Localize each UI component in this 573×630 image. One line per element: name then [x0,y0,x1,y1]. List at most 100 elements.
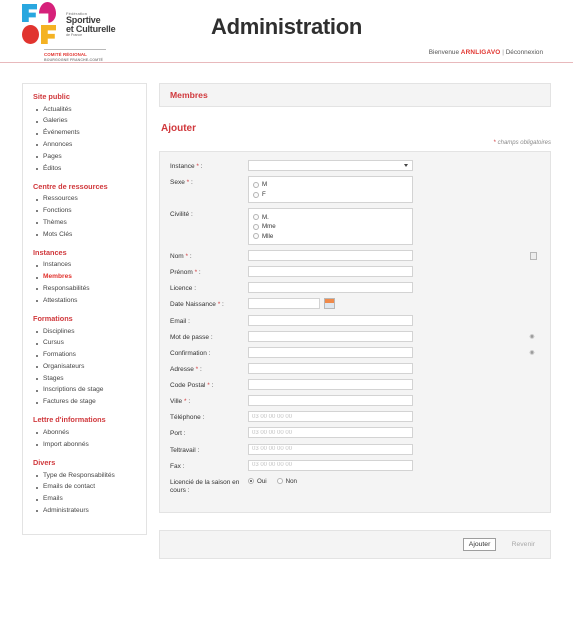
sidebar-item-emails[interactable]: Emails [36,494,140,506]
contact-card-icon[interactable] [530,252,537,261]
sidebar-item-disciplines[interactable]: Disciplines [36,326,140,338]
submit-button[interactable]: Ajouter [462,538,497,552]
sidebar-item-emails-de-contact[interactable]: Emails de contact [36,482,140,494]
page-layout: Site public Actualités Galeries Événemen… [0,63,573,560]
ville-input[interactable] [248,395,413,407]
civilite-option-label: Mlle [262,232,274,240]
nom-input[interactable] [248,250,413,262]
adresse-input[interactable] [248,362,413,374]
sidebar-item-administrateurs[interactable]: Administrateurs [36,505,140,517]
sidebar-item-evenements[interactable]: Événements [36,128,140,140]
sexe-option-label: M [262,181,268,189]
label-teltravail: Teltravail : [170,446,200,454]
radio-icon[interactable] [253,233,259,240]
calendar-icon[interactable] [324,298,335,310]
telephone-input[interactable] [248,411,413,423]
sidebar-list: Disciplines Cursus Formations Organisate… [29,326,140,408]
civilite-option-mme[interactable]: Mme [253,222,408,232]
date-naissance-input[interactable] [248,298,320,310]
field-row-mot-de-passe: Mot de passe : ◉ [170,330,540,342]
field-row-code-postal: Code Postal * : [170,379,540,391]
sidebar-item-abonnes[interactable]: Abonnés [36,427,140,439]
mot-de-passe-input[interactable] [248,330,413,342]
licencie-saison-option-non[interactable]: Non [276,478,297,485]
sidebar-list: Abonnés Import abonnés [29,427,140,451]
sidebar-item-stages[interactable]: Stages [36,373,140,385]
current-username: ARNLIGAVO [460,49,501,56]
sidebar-item-instances[interactable]: Instances [36,260,140,272]
radio-icon[interactable] [253,223,259,230]
eye-icon[interactable]: ◉ [528,333,536,341]
licencie-saison-option-label: Oui [257,477,267,485]
radio-icon[interactable] [253,214,259,221]
civilite-option-m[interactable]: M. [253,212,408,222]
required-asterisk: * [186,179,190,187]
sidebar-item-import-abonnes[interactable]: Import abonnés [36,439,140,451]
sidebar-group-title: Lettre d'informations [33,415,106,425]
prenom-input[interactable] [248,266,413,278]
sidebar-item-responsabilites[interactable]: Responsabilités [36,283,140,295]
sidebar-item-actualites[interactable]: Actualités [36,104,140,116]
control-port [248,427,540,439]
sidebar-item-factures-de-stage[interactable]: Factures de stage [36,397,140,409]
teltravail-input[interactable] [248,443,413,455]
control-licence [248,282,540,294]
sidebar-list: Ressources Fonctions Thèmes Mots Clés [29,194,140,241]
field-row-licencie-saison: Licencié de la saison en cours : Oui Non [170,476,540,495]
field-row-licence: Licence : [170,282,540,294]
field-row-confirmation: Confirmation : ◉ [170,346,540,358]
email-input[interactable] [248,314,413,326]
radio-icon[interactable] [276,478,283,485]
fax-input[interactable] [248,459,413,471]
sidebar-item-type-de-responsabilites[interactable]: Type de Responsabilités [36,470,140,482]
radio-icon[interactable] [253,191,259,198]
radio-icon[interactable] [253,181,259,188]
label-adresse: Adresse * : [170,365,202,373]
field-row-sexe: Sexe * : M F [170,176,540,204]
label-instance: Instance * : [170,163,203,170]
sidebar-item-organisateurs[interactable]: Organisateurs [36,361,140,373]
control-ville [248,395,540,407]
sidebar-item-ressources[interactable]: Ressources [36,194,140,206]
sexe-option-m[interactable]: M [253,180,408,190]
label-port: Port : [170,430,186,438]
code-postal-input[interactable] [248,379,413,391]
sidebar-item-membres[interactable]: Membres [36,272,140,284]
licencie-saison-option-oui[interactable]: Oui [248,478,267,485]
sidebar-item-galeries[interactable]: Galeries [36,116,140,128]
sidebar-group-title: Site public [33,92,70,101]
confirmation-input[interactable] [248,346,413,358]
civilite-option-mlle[interactable]: Mlle [253,232,408,242]
section-title: Ajouter [161,123,196,134]
sidebar-group-title: Centre de ressources [33,181,108,191]
sidebar-item-formations[interactable]: Formations [36,350,140,362]
sidebar-item-editos[interactable]: Éditos [36,163,140,175]
field-row-teltravail: Teltravail : [170,443,540,455]
control-mot-de-passe: ◉ [248,330,540,342]
field-row-instance: Instance * : [170,160,540,171]
sidebar-item-cursus[interactable]: Cursus [36,338,140,350]
sidebar-item-inscriptions-de-stage[interactable]: Inscriptions de stage [36,385,140,397]
field-row-port: Port : [170,427,540,439]
sidebar-item-fonctions[interactable]: Fonctions [36,205,140,217]
radio-icon[interactable] [248,478,254,485]
sidebar-item-attestations[interactable]: Attestations [36,295,140,307]
port-input[interactable] [248,427,413,439]
sidebar-item-themes[interactable]: Thèmes [36,217,140,229]
eye-icon[interactable]: ◉ [528,349,536,357]
sexe-option-f[interactable]: F [253,190,408,200]
sidebar-item-annonces[interactable]: Annonces [36,139,140,151]
sidebar-item-mots-cles[interactable]: Mots Clés [36,229,140,241]
label-email: Email : [170,317,190,325]
main-content: Membres Ajouter * champs obligatoires In… [159,83,551,560]
required-asterisk: * [183,398,187,406]
instance-select[interactable] [248,160,413,171]
field-row-adresse: Adresse * : [170,362,540,374]
logout-link[interactable]: Déconnexion [506,49,543,56]
label-nom: Nom * : [170,253,192,261]
licence-input[interactable] [248,282,413,294]
required-asterisk: * [217,301,221,309]
label-fax: Fax : [170,462,185,470]
sidebar-item-pages[interactable]: Pages [36,151,140,163]
back-button[interactable]: Revenir [507,539,540,550]
